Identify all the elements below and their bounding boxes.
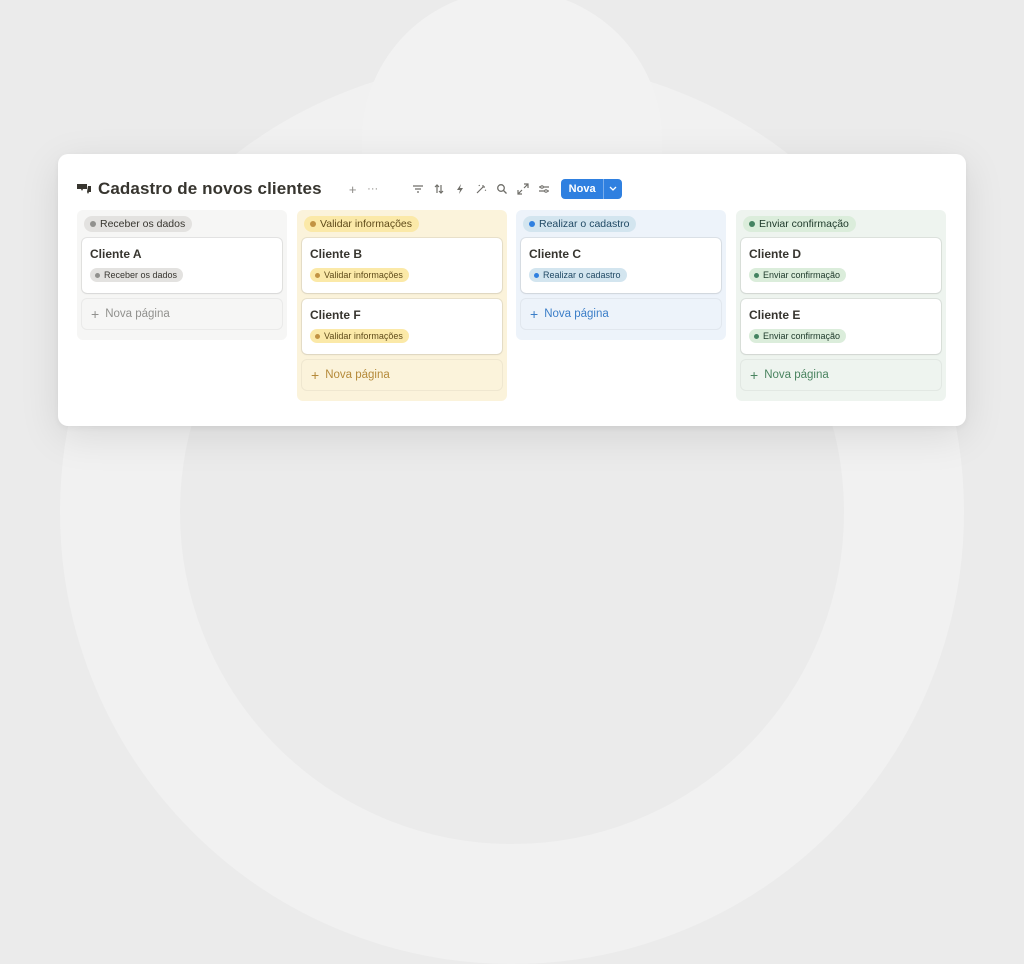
column-label: Receber os dados [100, 218, 186, 230]
add-page-button[interactable]: + Nova página [521, 299, 721, 329]
board-title: Cadastro de novos clientes [98, 179, 322, 198]
status-badge: Enviar confirmação [749, 268, 847, 282]
status-dot-icon [534, 272, 539, 278]
status-badge: Validar informações [310, 268, 409, 282]
column-status-pill[interactable]: Receber os dados [84, 216, 193, 232]
add-page-button[interactable]: + Nova página [82, 299, 282, 329]
add-page-label: Nova página [544, 308, 609, 320]
board-header: Cadastro de novos clientes + ··· Nova [76, 178, 956, 200]
plus-icon: + [750, 367, 759, 383]
more-options-button[interactable]: ··· [364, 183, 382, 195]
view-toolbar: Nova [408, 179, 622, 199]
status-badge-label: Enviar confirmação [763, 331, 841, 341]
column-status-pill[interactable]: Enviar confirmação [743, 216, 856, 232]
expand-icon[interactable] [513, 180, 534, 198]
client-card[interactable]: Cliente D Enviar confirmação [741, 238, 941, 293]
status-dot-icon [749, 221, 755, 227]
add-page-label: Nova página [325, 369, 390, 381]
status-dot-icon [754, 333, 759, 339]
search-icon[interactable] [492, 180, 513, 198]
client-card[interactable]: Cliente C Realizar o cadastro [521, 238, 721, 293]
status-badge: Receber os dados [90, 268, 184, 282]
column-header: Receber os dados [77, 210, 287, 238]
status-badge: Validar informações [310, 329, 409, 343]
plus-icon: + [91, 306, 100, 322]
column-label: Validar informações [320, 218, 413, 230]
client-card[interactable]: Cliente A Receber os dados [82, 238, 282, 293]
card-title: Cliente A [90, 247, 142, 261]
board-column: Receber os dados Cliente A Receber os dado… [77, 210, 287, 340]
status-dot-icon [315, 272, 320, 278]
column-header: Enviar confirmação [736, 210, 946, 238]
ai-icon[interactable] [471, 180, 492, 198]
client-card[interactable]: Cliente E Enviar confirmação [741, 299, 941, 354]
status-dot-icon [90, 221, 96, 227]
board-column: Validar informações Cliente B Validar info… [297, 210, 507, 401]
chevron-down-icon[interactable] [604, 186, 622, 192]
status-badge: Realizar o cadastro [529, 268, 627, 282]
filter-icon[interactable] [408, 180, 429, 198]
status-badge-label: Realizar o cadastro [543, 270, 621, 280]
card-title: Cliente D [749, 247, 802, 261]
card-title: Cliente B [310, 247, 363, 261]
client-card[interactable]: Cliente B Validar informações [302, 238, 502, 293]
plus-icon: + [530, 306, 539, 322]
board-column: Enviar confirmação Cliente D Enviar confir… [736, 210, 946, 401]
status-dot-icon [310, 221, 316, 227]
sort-icon[interactable] [429, 180, 450, 198]
status-dot-icon [529, 221, 535, 227]
new-page-button[interactable]: Nova [560, 179, 622, 199]
status-dot-icon [754, 272, 759, 278]
column-label: Enviar confirmação [759, 218, 849, 230]
column-status-pill[interactable]: Realizar o cadastro [523, 216, 637, 232]
card-title: Cliente C [529, 247, 582, 261]
card-title: Cliente F [310, 308, 361, 322]
column-header: Validar informações [297, 210, 507, 238]
card-title: Cliente E [749, 308, 801, 322]
status-dot-icon [315, 333, 320, 339]
add-page-button[interactable]: + Nova página [302, 360, 502, 390]
status-badge-label: Enviar confirmação [763, 270, 841, 280]
column-label: Realizar o cadastro [539, 218, 630, 230]
add-page-label: Nova página [105, 308, 170, 320]
status-badge: Enviar confirmação [749, 329, 847, 343]
plus-icon: + [311, 367, 320, 383]
status-badge-label: Validar informações [324, 331, 403, 341]
board-column: Realizar o cadastro Cliente C Realizar o c… [516, 210, 726, 340]
database-icon [76, 180, 94, 198]
status-badge-label: Validar informações [324, 270, 403, 280]
status-dot-icon [95, 272, 100, 278]
status-badge-label: Receber os dados [104, 270, 178, 280]
column-header: Realizar o cadastro [516, 210, 726, 238]
board-panel: Cadastro de novos clientes + ··· Nova Re… [58, 154, 966, 426]
automation-icon[interactable] [450, 180, 471, 198]
settings-icon[interactable] [534, 180, 555, 198]
add-page-label: Nova página [764, 369, 829, 381]
add-property-button[interactable]: + [344, 182, 362, 197]
client-card[interactable]: Cliente F Validar informações [302, 299, 502, 354]
new-page-label: Nova [568, 183, 596, 195]
add-page-button[interactable]: + Nova página [741, 360, 941, 390]
column-status-pill[interactable]: Validar informações [304, 216, 420, 232]
